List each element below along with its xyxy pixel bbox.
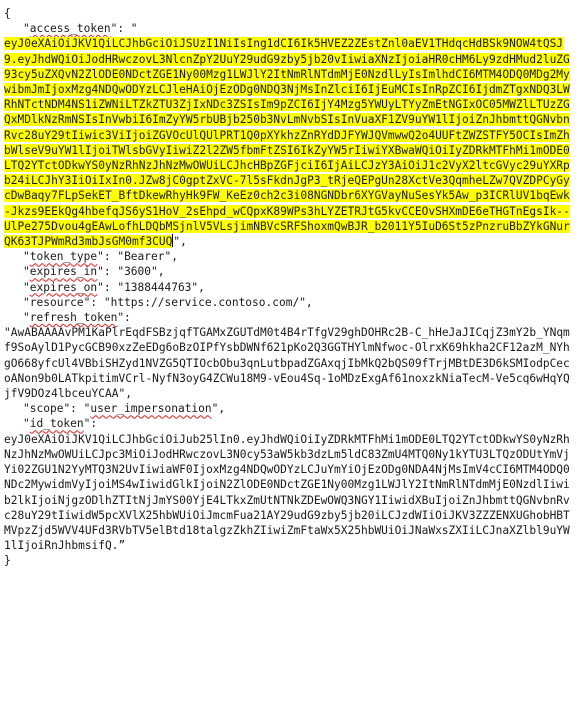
expires-on-line: "expires_on": "1388444763",	[23, 280, 205, 294]
id-token-value-line: eyJ0eXAiOiJKV1QiLCJhbGciOiJub25lIn0.eyJh…	[4, 432, 575, 554]
expires-on-value: 1388444763	[124, 280, 192, 294]
resource-line: "resource": "https://service.contoso.com…	[23, 295, 313, 309]
json-token-response: { "access_token": " eyJ0eXAiOiJKV1QiLCJh…	[4, 6, 575, 569]
refresh-token-value-line: "AwABAAAAvPM1KaPlrEqdFSBzjqfTGAMxZGUTdM0…	[4, 326, 570, 401]
id-token-key-line: "id_token":	[23, 417, 98, 431]
refresh-token-key: refresh_token	[29, 311, 118, 325]
access-token-key: access_token	[29, 22, 111, 36]
refresh-token-key-line: "refresh_token":	[23, 311, 131, 325]
expires-in-key: expires_in	[29, 265, 98, 279]
token-type-value: Bearer	[124, 250, 165, 264]
id-token-value: eyJ0eXAiOiJKV1QiLCJhbGciOiJub25lIn0.eyJh…	[4, 432, 570, 553]
scope-key: scope	[29, 402, 64, 416]
json-close-brace: }	[4, 554, 11, 568]
scope-value: user_impersonation	[90, 402, 212, 416]
access-token-key-line: "access_token": "	[23, 22, 138, 36]
scope-line: "scope": "user_impersonation",	[23, 402, 226, 416]
token-type-line: "token_type": "Bearer",	[23, 250, 178, 264]
expires-in-line: "expires_in": "3600",	[23, 265, 165, 279]
access-token-value: eyJ0eXAiOiJKV1QiLCJhbGciOiJSUzI1NiIsIng1…	[4, 37, 570, 249]
resource-value: https://service.contoso.com/	[110, 295, 300, 309]
id-token-key: id_token	[29, 417, 84, 431]
access-token-value-line: eyJ0eXAiOiJKV1QiLCJhbGciOiJSUzI1NiIsIng1…	[4, 37, 570, 249]
text-cursor	[172, 234, 174, 248]
expires-in-value: 3600	[124, 265, 152, 279]
resource-key: resource	[29, 295, 84, 309]
refresh-token-value: AwABAAAAvPM1KaPlrEqdFSBzjqfTGAMxZGUTdM0t…	[4, 326, 570, 401]
token-type-key: token_type	[29, 250, 98, 264]
expires-on-key: expires_on	[29, 280, 98, 294]
json-open-brace: {	[4, 7, 11, 20]
